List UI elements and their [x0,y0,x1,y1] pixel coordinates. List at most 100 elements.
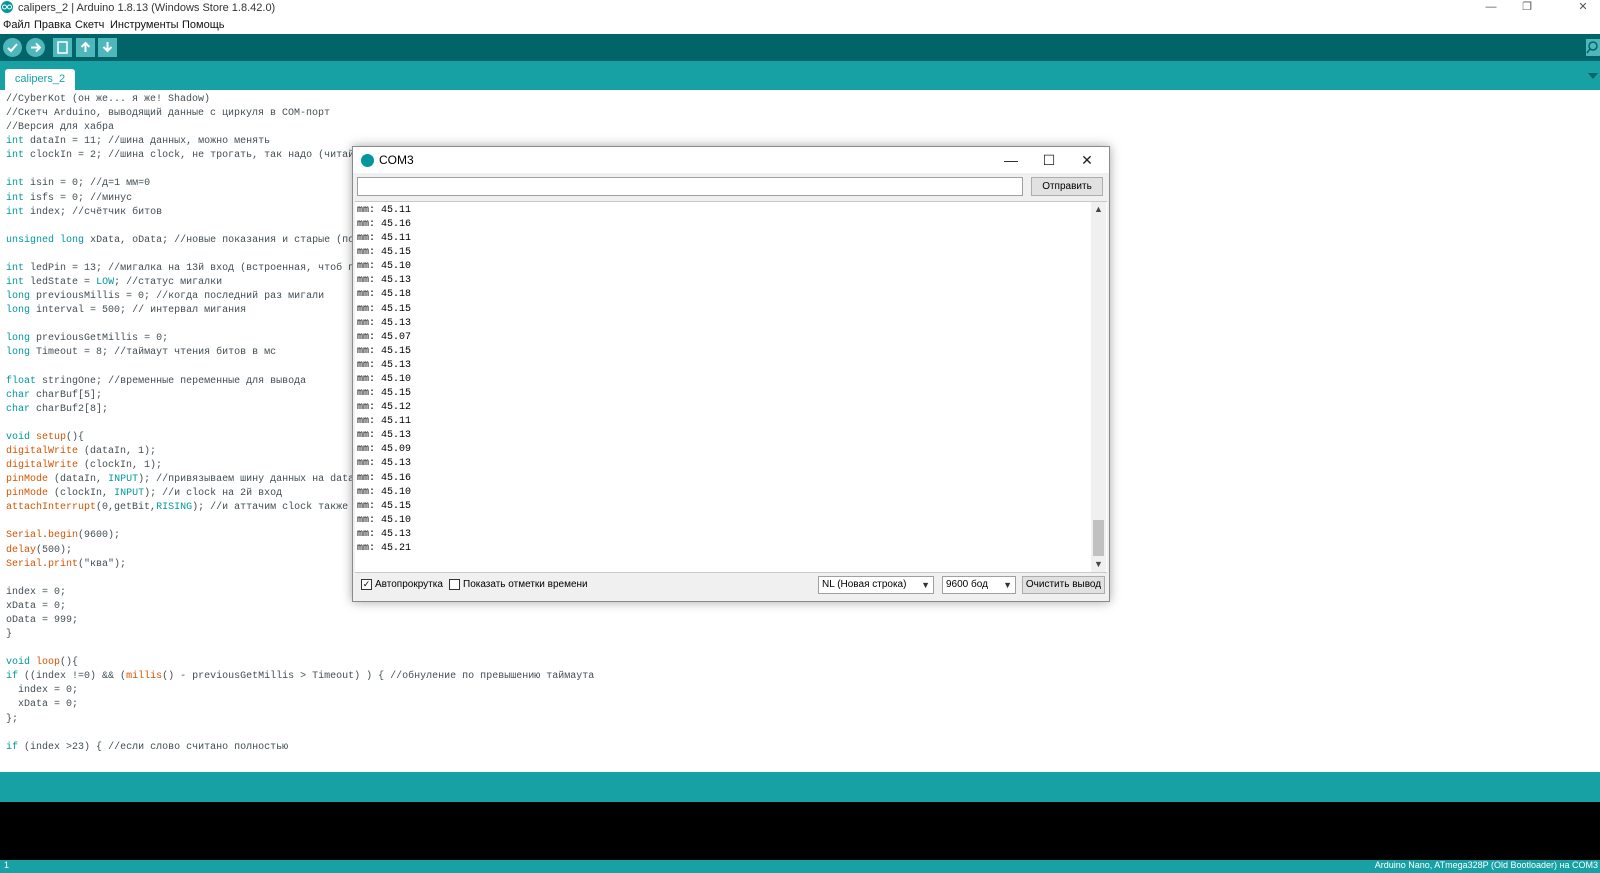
clear-output-button[interactable]: Очистить вывод [1022,576,1105,594]
code-line: delay(500); [6,544,73,556]
scrollbar[interactable]: ▲ ▼ [1091,202,1106,572]
menu-help[interactable]: Помощь [182,19,225,31]
autoscroll-checkbox[interactable]: ✓ [361,579,372,590]
code-line: long previousGetMillis = 0; [6,333,169,345]
output-line: mm: 45.10 [357,261,412,273]
output-line: mm: 45.10 [357,486,412,498]
line-ending-select[interactable]: NL (Новая строка) ▼ [818,576,934,594]
menu-sketch[interactable]: Скетч [75,19,104,31]
code-line: xData = 0; [6,600,67,612]
send-button[interactable]: Отправить [1031,177,1103,196]
code-line: char charBuf[5]; [6,389,103,401]
code-line: char charBuf2[8]; [6,403,109,415]
chevron-down-icon: ▼ [1003,580,1012,590]
timestamps-label: Показать отметки времени [463,579,588,590]
output-line: mm: 45.15 [357,247,412,259]
output-line: mm: 45.15 [357,303,412,315]
chevron-down-icon[interactable] [1586,70,1600,82]
tab-bar: calipers_2 [0,61,1600,90]
code-line: Serial.begin(9600); [6,530,121,542]
output-line: mm: 45.11 [357,205,412,216]
console-output [0,802,1600,860]
menu-bar: Файл Правка Скетч Инструменты Помощь [0,17,1600,34]
window-titlebar: calipers_2 | Arduino 1.8.13 (Windows Sto… [0,0,1600,17]
serial-monitor-title: COM3 [379,153,414,167]
restore-button[interactable]: ❐ [1510,0,1544,16]
magnifier-icon[interactable] [1586,39,1600,56]
code-line: void setup(){ [6,431,85,443]
output-line: mm: 45.10 [357,373,412,385]
code-line: //Версия для хабра [6,122,115,134]
menu-edit[interactable]: Правка [34,19,71,31]
code-line: int dataIn = 11; //шина данных, можно ме… [6,136,271,148]
code-line: xData = 0; [18,699,79,711]
output-line: mm: 45.18 [357,289,412,301]
window-title: calipers_2 | Arduino 1.8.13 (Windows Sto… [18,2,276,14]
serial-monitor-window: COM3 — ☐ ✕ Отправить ▲ ▼ mm: 45.11 mm: 45… [352,146,1110,602]
code-line: void loop(){ [6,657,79,669]
timestamps-checkbox[interactable] [449,579,460,590]
tab-calipers-2[interactable]: calipers_2 [5,69,75,90]
serial-monitor-options: ✓ Автопрокрутка Показать отметки времени… [353,573,1109,601]
line-ending-value: NL (Новая строка) [822,579,907,590]
scroll-thumb[interactable] [1093,520,1104,556]
scroll-up-icon[interactable]: ▲ [1091,202,1106,217]
code-line: attachInterrupt(0,getBit,RISING); //и ат… [6,502,361,514]
output-line: mm: 45.07 [357,331,412,343]
close-button[interactable]: ✕ [1566,0,1600,16]
maximize-button[interactable]: ☐ [1034,151,1064,169]
code-line: int clockIn = 2; //шина clock, не трогат… [6,150,355,162]
code-line: digitalWrite (clockIn, 1); [6,460,163,472]
output-line: mm: 45.12 [357,402,412,414]
output-line: mm: 45.15 [357,388,412,400]
output-line: mm: 45.13 [357,317,412,329]
arduino-logo-icon [1,1,13,13]
upload-icon[interactable] [26,38,45,57]
save-icon[interactable] [98,38,117,57]
baud-select[interactable]: 9600 бод ▼ [942,576,1016,594]
minimize-button[interactable]: — [996,151,1026,169]
code-line: Serial.print("ква"); [6,558,127,570]
code-line: } [6,629,13,641]
code-line: pinMode (clockIn, INPUT); //и clock на 2… [6,488,283,500]
code-line: int index; //счётчик битов [6,206,163,218]
code-line: long previousMillis = 0; //когда последн… [6,291,325,303]
code-line: oData = 999; [6,614,79,626]
output-line: mm: 45.15 [357,345,412,357]
output-line: mm: 45.11 [357,233,412,245]
serial-output[interactable]: ▲ ▼ mm: 45.11 mm: 45.16 mm: 45.11 mm: 45.15… [355,201,1107,573]
code-line: if ((index !=0) && (millis() - previousG… [6,671,595,683]
minimize-button[interactable]: — [1474,0,1508,16]
menu-file[interactable]: Файл [3,19,30,31]
open-icon[interactable] [76,38,95,57]
board-info: Arduino Nano, ATmega328P (Old Bootloader… [1374,860,1598,870]
serial-monitor-titlebar: COM3 — ☐ ✕ [353,147,1109,173]
send-input[interactable] [357,177,1023,196]
chevron-down-icon: ▼ [921,580,930,590]
code-line: long interval = 500; // интервал мигания [6,305,247,317]
verify-icon[interactable] [3,38,22,57]
code-line: unsigned long xData, oData; //новые пока… [6,234,361,246]
status-bar: 1 Arduino Nano, ATmega328P (Old Bootload… [0,860,1600,873]
output-line: mm: 45.16 [357,472,412,484]
output-line: mm: 45.13 [357,359,412,371]
output-line: mm: 45.21 [357,542,412,554]
code-line: }; [6,713,19,725]
code-line: int isin = 0; //д=1 мм=0 [6,178,151,190]
output-line: mm: 45.13 [357,275,412,287]
code-line: if (index >23) { //если слово считано по… [6,741,289,753]
output-line: mm: 45.13 [357,458,412,470]
output-line: mm: 45.13 [357,430,412,442]
code-line: int isfs = 0; //минус [6,192,133,204]
menu-tools[interactable]: Инструменты [110,19,179,31]
toolbar [0,34,1600,61]
close-button[interactable]: ✕ [1072,151,1102,169]
new-icon[interactable] [53,38,72,57]
scroll-down-icon[interactable]: ▼ [1091,557,1106,572]
output-line: mm: 45.09 [357,444,412,456]
code-line: pinMode (dataIn, INPUT); //привязываем ш… [6,474,355,486]
line-number: 1 [4,860,10,870]
arduino-logo-icon [361,154,374,167]
output-line: mm: 45.10 [357,514,412,526]
code-line: int ledPin = 13; //мигалка на 13й вход (… [6,262,361,274]
